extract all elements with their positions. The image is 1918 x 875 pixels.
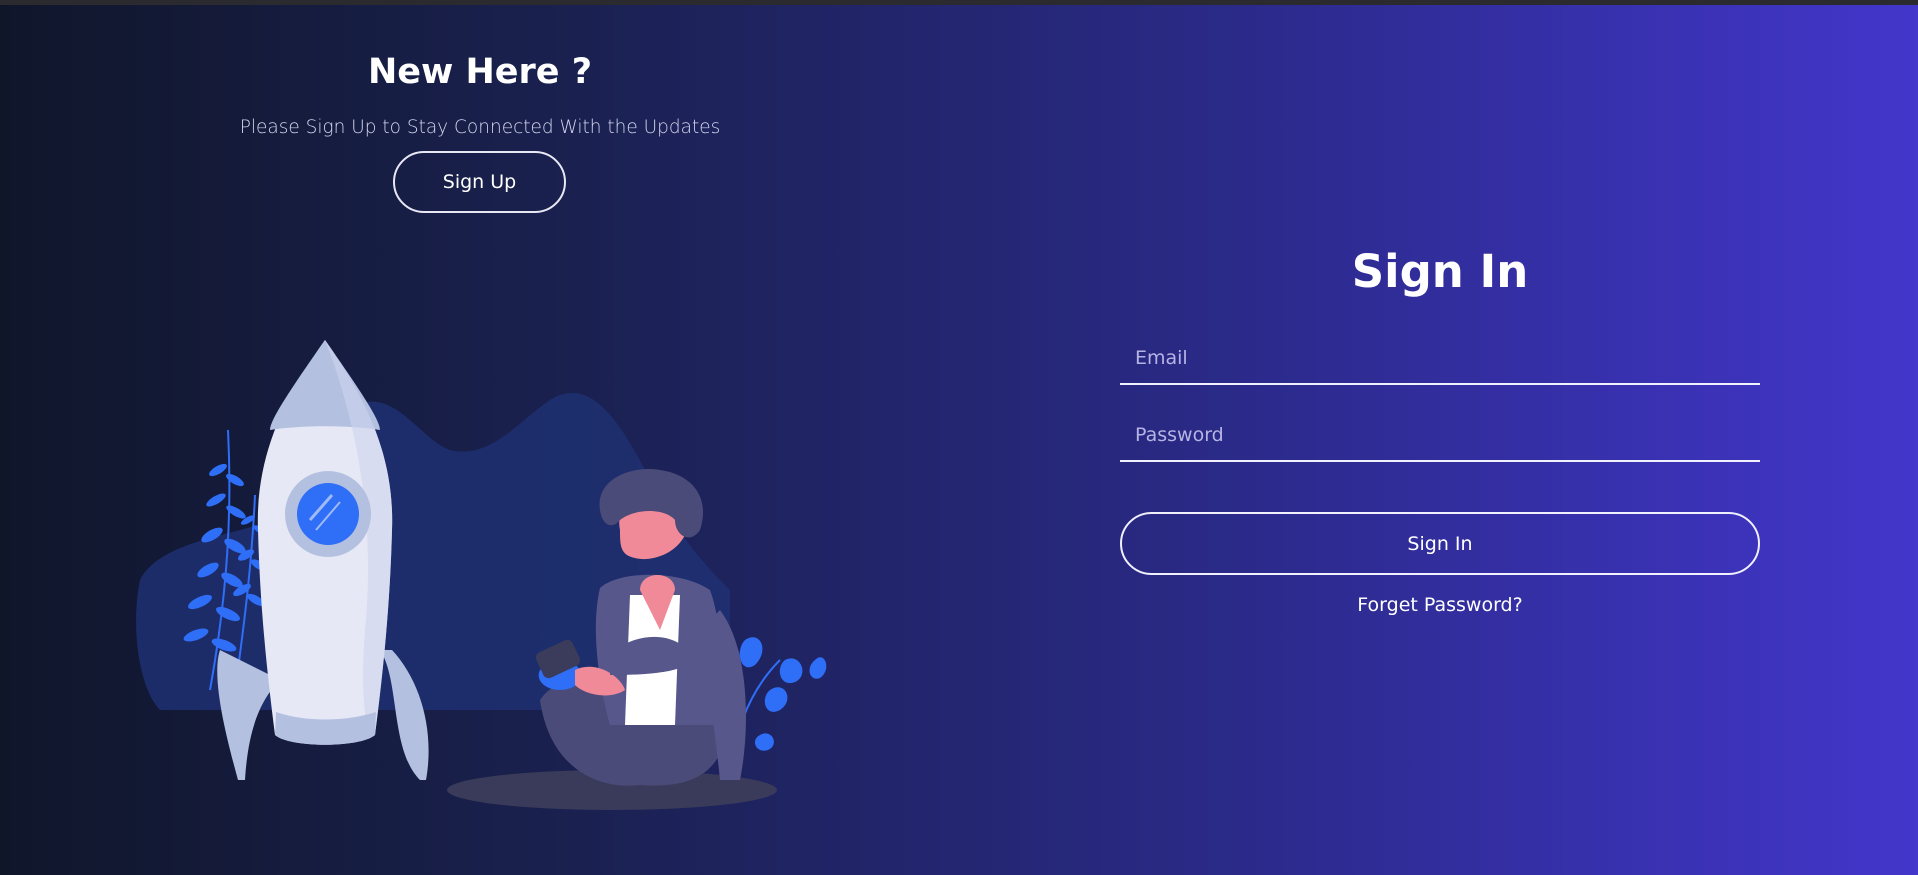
sign-in-title: Sign In <box>1351 245 1529 298</box>
sign-up-button[interactable]: Sign Up <box>393 151 566 213</box>
left-panel: New Here ? Please Sign Up to Stay Connec… <box>0 0 960 875</box>
rocket-illustration <box>136 340 827 810</box>
sign-in-button[interactable]: Sign In <box>1120 512 1760 575</box>
forget-password-link[interactable]: Forget Password? <box>1120 594 1760 616</box>
password-field[interactable] <box>1120 410 1760 462</box>
new-here-title: New Here ? <box>367 52 593 92</box>
email-field[interactable] <box>1120 333 1760 385</box>
new-here-subtitle: Please Sign Up to Stay Connected With th… <box>239 117 721 138</box>
